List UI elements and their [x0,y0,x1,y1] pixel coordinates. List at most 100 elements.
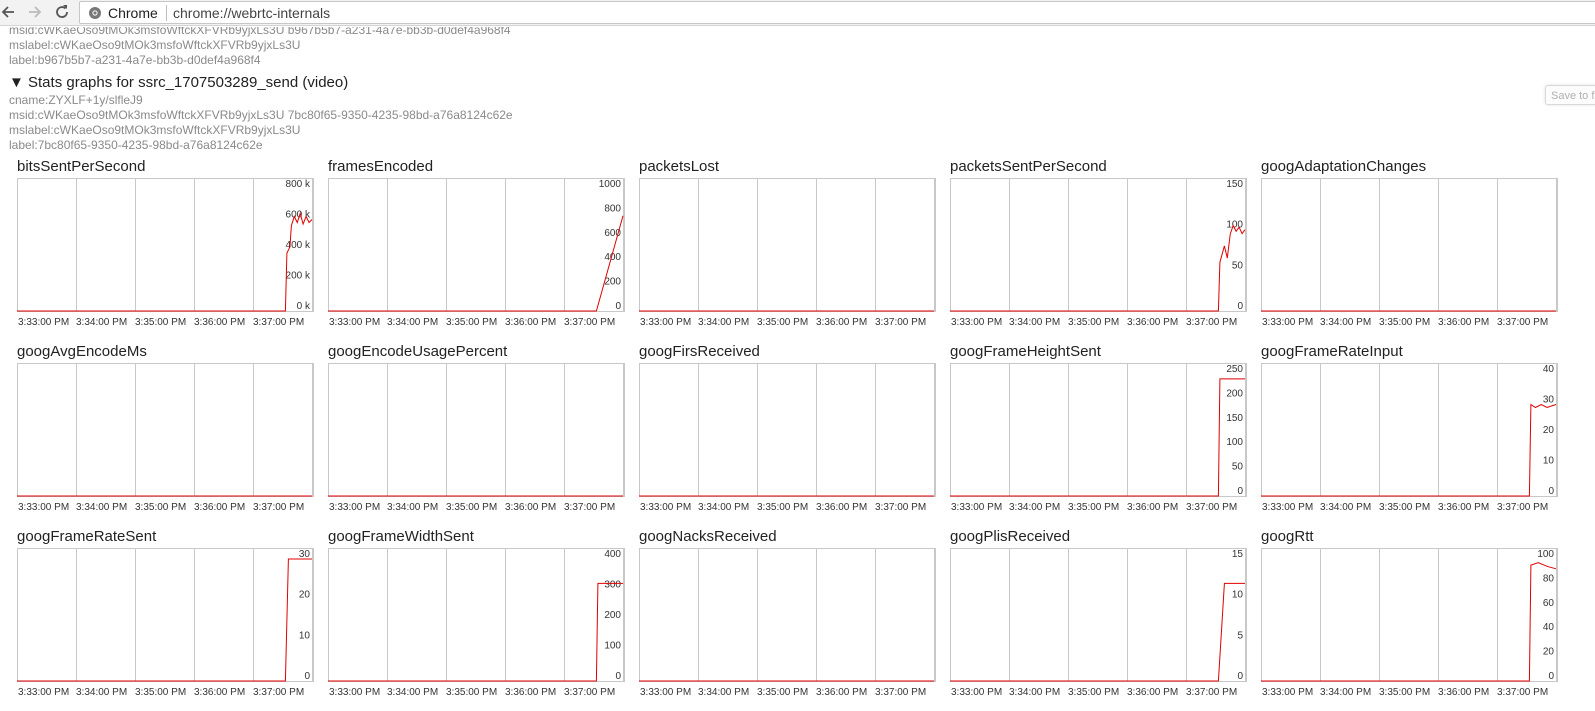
back-button[interactable] [0,2,20,22]
x-tick-label: 3:33:00 PM [951,687,1003,698]
y-tick-label: 5 [1237,630,1243,641]
x-tick-label: 3:37:00 PM [1497,687,1549,698]
graph-packetsLost: packetsLost 3:33:00 PM 3:34:00 PM 3:35:00 P… [639,158,949,338]
x-tick-label: 3:36:00 PM [194,317,246,328]
y-tick-label: 0 [304,671,310,682]
y-tick-label: 10 [1232,590,1244,601]
graph-googFrameWidthSent: googFrameWidthSent 400 300 200 100 0 3:33:00 P… [328,528,638,708]
y-tick-label: 0 k [297,301,311,312]
y-tick-label: 80 [1543,573,1555,584]
graph-framesEncoded: framesEncoded 1000 800 600 400 200 0 3:33:00 PM… [328,158,638,338]
x-tick-label: 3:34:00 PM [76,502,128,513]
x-tick-label: 3:37:00 PM [1186,502,1238,513]
y-tick-label: 20 [1543,425,1555,436]
x-tick-label: 3:37:00 PM [564,317,616,328]
x-tick-label: 3:37:00 PM [564,502,616,513]
graph-plot [328,363,625,497]
plot-border [1261,363,1557,497]
x-tick-label: 3:35:00 PM [446,502,498,513]
x-tick-label: 3:35:00 PM [1379,502,1431,513]
y-tick-label: 800 k [286,179,311,190]
graph-plot: 30 20 10 0 [17,548,314,682]
x-tick-label: 3:33:00 PM [640,687,692,698]
plot-border [950,548,1246,682]
y-tick-label: 800 [604,203,621,214]
x-tick-label: 3:33:00 PM [640,502,692,513]
graph-plot [1261,178,1558,312]
x-tick-label: 3:33:00 PM [1262,502,1314,513]
plot-border [328,548,624,682]
url-text[interactable]: chrome://webrtc-internals [173,5,330,21]
x-tick-label: 3:33:00 PM [640,317,692,328]
x-tick-label: 3:34:00 PM [76,317,128,328]
prev-label: label:b967b5b7-a231-4a7e-bb3b-d0def4a968… [9,53,261,67]
x-tick-label: 3:37:00 PM [875,317,927,328]
graph-googFirsReceived: googFirsReceived 3:33:00 PM 3:34:00 PM 3:35… [639,343,949,523]
x-tick-label: 3:33:00 PM [18,502,70,513]
y-tick-label: 0 [1237,301,1243,312]
x-tick-label: 3:35:00 PM [135,502,187,513]
graph-plot: 250 200 150 100 50 0 [950,363,1247,497]
y-tick-label: 1000 [599,179,622,190]
save-tooltip[interactable]: Save to f [1545,85,1595,105]
x-tick-label: 3:34:00 PM [1320,502,1372,513]
plot-border [639,548,935,682]
y-tick-label: 200 [1226,388,1243,399]
graph-googFrameRateInput: googFrameRateInput 40 30 20 10 0 3:33:00 PM 3:3… [1261,343,1571,523]
x-tick-label: 3:34:00 PM [1320,687,1372,698]
graph-title: googNacksReceived [639,528,777,545]
x-tick-label: 3:37:00 PM [875,687,927,698]
stats-section-toggle[interactable]: ▼ Stats graphs for ssrc_1707503289_send … [9,74,348,91]
x-tick-label: 3:34:00 PM [1009,502,1061,513]
graph-plot: 10008006004002000 [328,178,625,312]
plot-border [950,178,1246,312]
x-tick-label: 3:37:00 PM [253,317,305,328]
y-tick-label: 15 [1232,549,1244,560]
reload-button[interactable] [52,2,72,22]
graph-title: googFrameWidthSent [328,528,474,545]
site-chip[interactable]: Chrome [88,5,158,21]
y-tick-label: 10 [299,630,311,641]
mslabel-text: mslabel:cWKaeOso9tMOk3msfoWftckXFVRb9yjx… [9,123,301,137]
y-tick-label: 20 [1543,647,1555,658]
y-tick-label: 200 [604,610,621,621]
graph-title: googFrameRateSent [17,528,157,545]
x-tick-label: 3:35:00 PM [1379,687,1431,698]
browser-toolbar: Chrome chrome://webrtc-internals [0,0,1595,26]
x-tick-label: 3:33:00 PM [329,502,381,513]
x-tick-label: 3:34:00 PM [698,687,750,698]
graph-googFrameHeightSent: googFrameHeightSent 250 200 150 100 50 0 3:33:0… [950,343,1260,523]
x-tick-label: 3:34:00 PM [698,502,750,513]
plot-border [17,363,313,497]
x-tick-label: 3:36:00 PM [1438,317,1490,328]
graph-googAvgEncodeMs: googAvgEncodeMs 3:33:00 PM 3:34:00 PM 3:35:… [17,343,327,523]
x-tick-label: 3:36:00 PM [505,317,557,328]
arrow-right-icon [29,6,42,18]
x-tick-label: 3:33:00 PM [18,317,70,328]
y-tick-label: 100 [1226,437,1243,448]
graph-googPlisReceived: googPlisReceived 15 10 5 0 3:33:00 PM 3:34:00 … [950,528,1260,708]
y-tick-label: 400 k [286,240,311,251]
msid-text: msid:cWKaeOso9tMOk3msfoWftckXFVRb9yjxLs3… [9,108,513,122]
page-content: msid:cWKaeOso9tMOk3msfoWftckXFVRb9yjxLs3… [0,27,1595,711]
y-tick-label: 150 [1226,179,1243,190]
plot-border [328,363,624,497]
plot-border [1261,548,1557,682]
x-tick-label: 3:34:00 PM [698,317,750,328]
x-tick-label: 3:37:00 PM [1497,317,1549,328]
address-bar[interactable]: Chrome chrome://webrtc-internals [79,1,1595,24]
y-tick-label: 200 [604,277,621,288]
y-tick-label: 150 [1226,413,1243,424]
graph-title: googAvgEncodeMs [17,343,147,360]
graph-googFrameRateSent: googFrameRateSent 30 20 10 0 3:33:00 PM 3:34:0… [17,528,327,708]
forward-button[interactable] [25,2,45,22]
graph-plot [639,363,936,497]
plot-border [1261,178,1557,312]
x-tick-label: 3:35:00 PM [1068,317,1120,328]
y-tick-label: 10 [1543,456,1555,467]
chrome-icon [89,7,101,19]
label-text: label:7bc80f65-9350-4235-98bd-a76a8124c6… [9,138,263,152]
x-tick-label: 3:33:00 PM [1262,687,1314,698]
x-tick-label: 3:37:00 PM [1186,687,1238,698]
graph-plot [639,178,936,312]
